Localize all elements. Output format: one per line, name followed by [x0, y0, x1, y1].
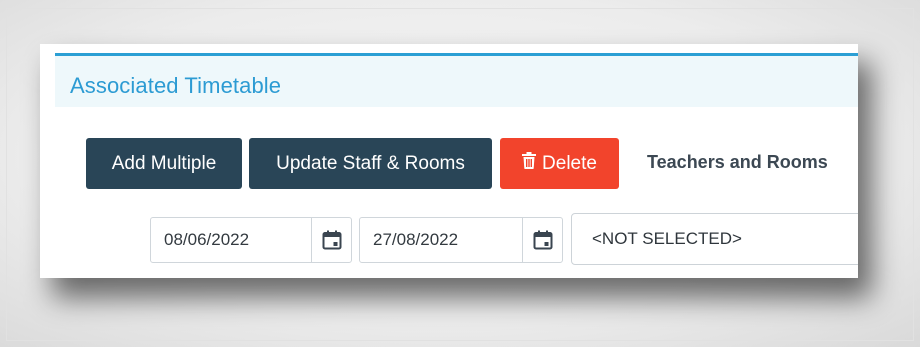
update-staff-rooms-button[interactable]: Update Staff & Rooms	[249, 138, 492, 189]
end-date-group	[359, 217, 563, 263]
trash-icon	[522, 152, 537, 175]
add-multiple-label: Add Multiple	[111, 152, 217, 174]
end-date-input[interactable]	[360, 218, 522, 262]
delete-button[interactable]: Delete	[500, 138, 619, 189]
panel-header: Associated Timetable	[55, 56, 858, 107]
calendar-icon	[322, 230, 342, 250]
add-multiple-button[interactable]: Add Multiple	[86, 138, 242, 189]
select-value: <NOT SELECTED>	[592, 229, 742, 248]
start-date-input[interactable]	[151, 218, 311, 262]
teachers-rooms-select[interactable]: <NOT SELECTED>	[571, 213, 858, 265]
panel-title: Associated Timetable	[70, 73, 282, 98]
start-date-calendar-button[interactable]	[311, 218, 352, 262]
update-staff-rooms-label: Update Staff & Rooms	[276, 152, 465, 174]
teachers-and-rooms-link[interactable]: Teachers and Rooms	[647, 152, 828, 173]
timetable-panel: Associated Timetable Add Multiple Update…	[40, 44, 858, 278]
delete-label: Delete	[542, 152, 597, 174]
end-date-calendar-button[interactable]	[522, 218, 563, 262]
start-date-group	[150, 217, 352, 263]
calendar-icon	[533, 230, 553, 250]
